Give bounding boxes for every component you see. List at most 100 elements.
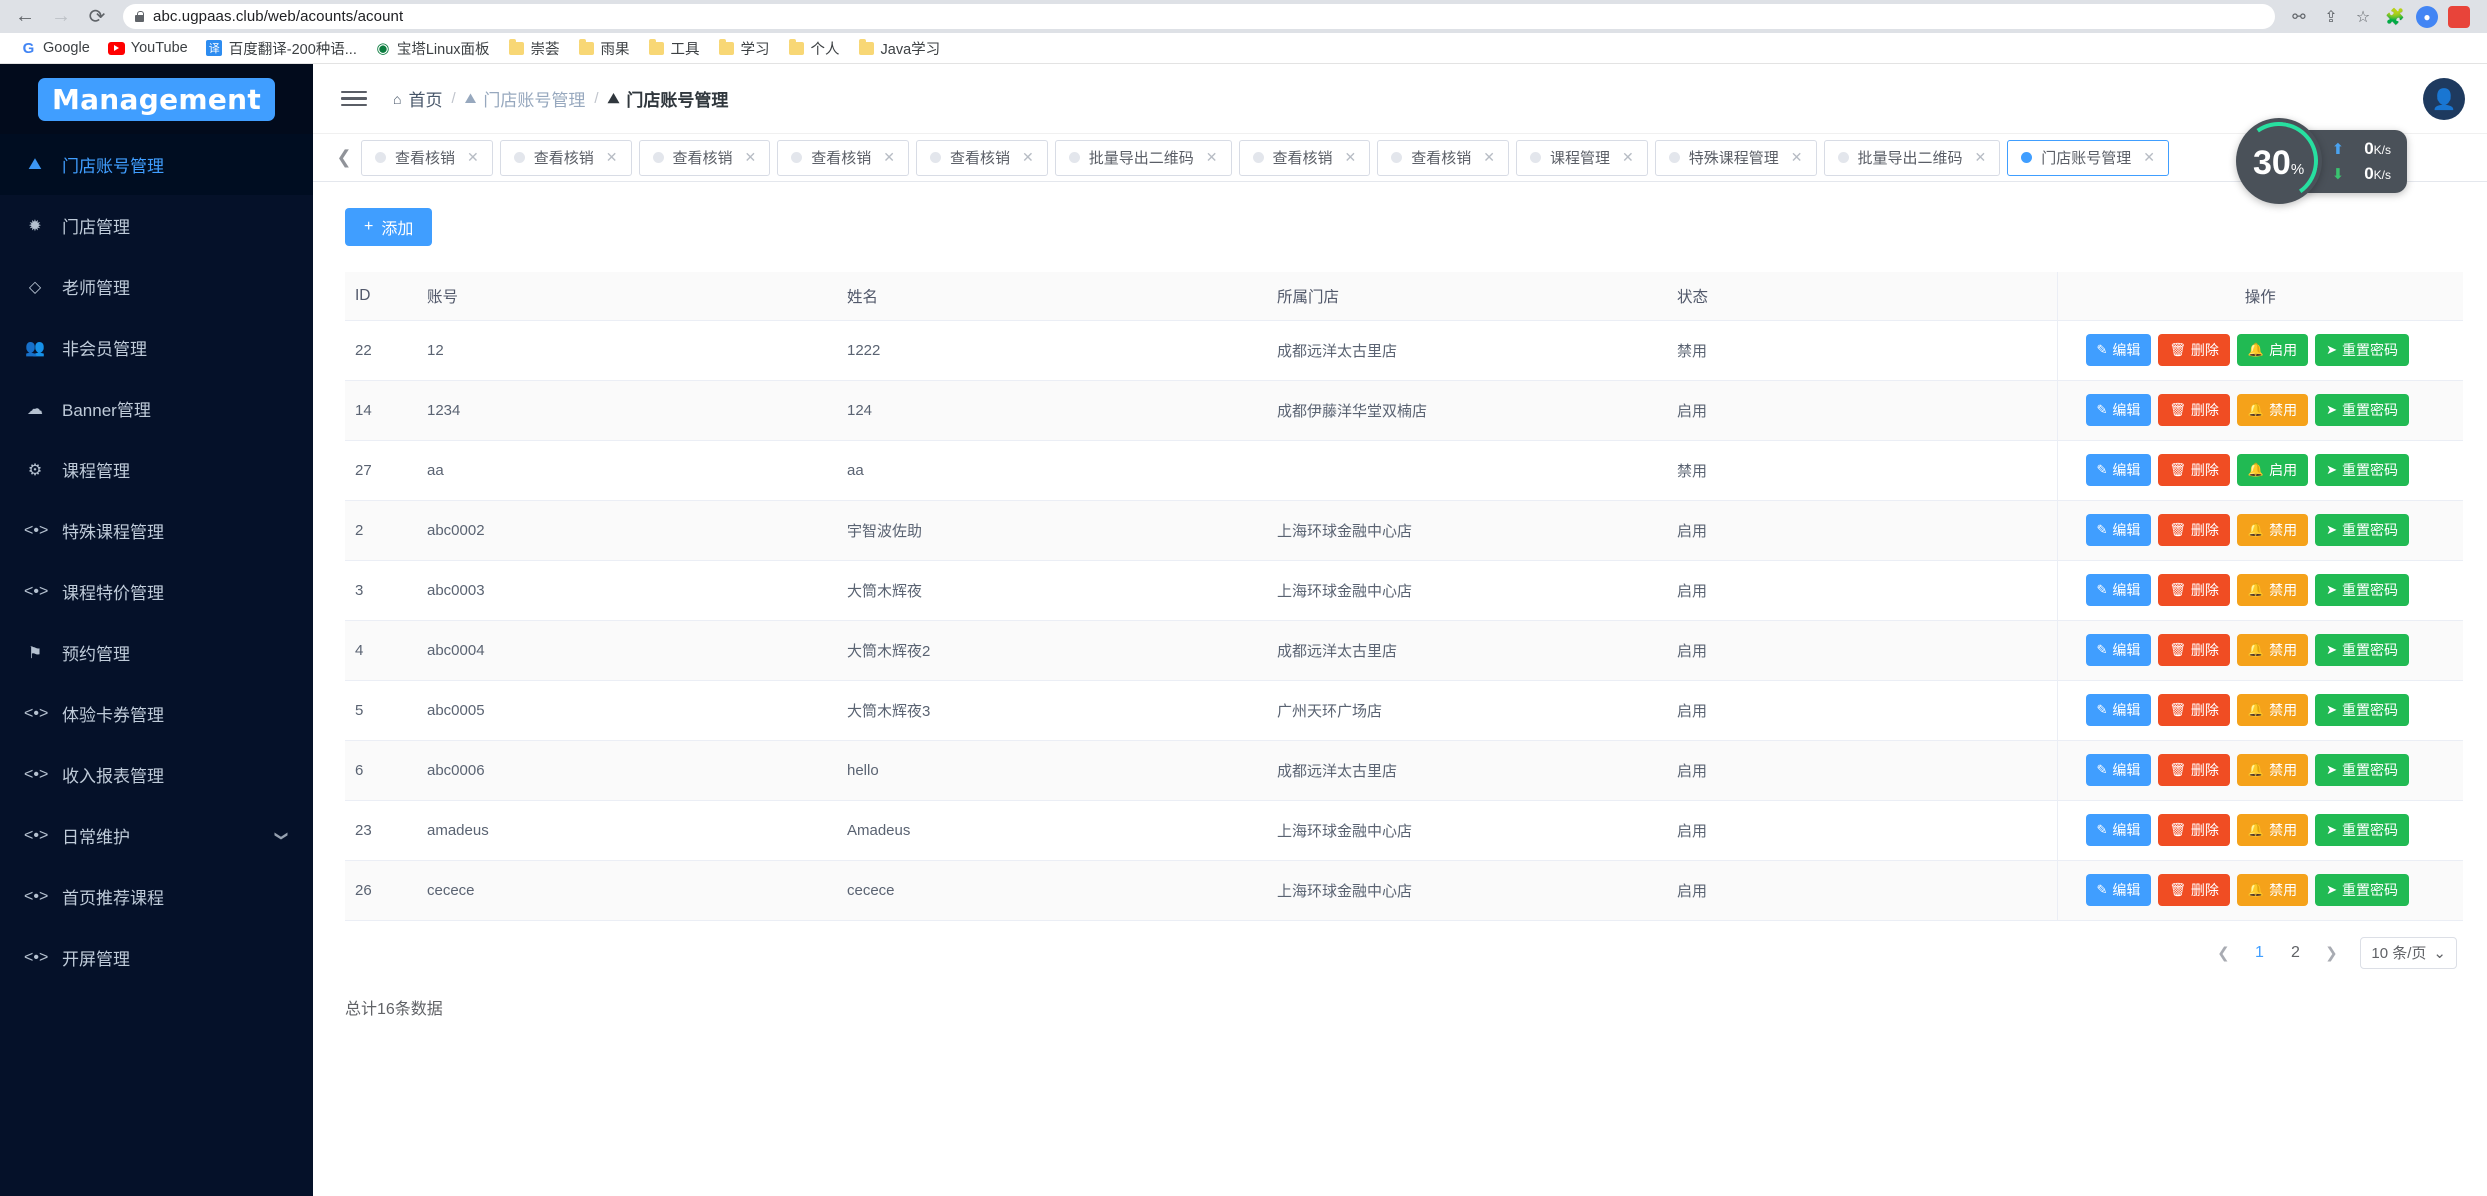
delete-button[interactable]: 🗑 删除 (2158, 334, 2230, 366)
edit-button[interactable]: ✎ 编辑 (2085, 634, 2152, 666)
bookmark-item[interactable]: 崇荟 (500, 35, 568, 62)
key-icon[interactable]: ⚯ (2285, 3, 2313, 31)
breadcrumb-item-2[interactable]: ⛰ 门店账号管理 (608, 86, 729, 111)
close-icon[interactable]: ✕ (1206, 149, 1218, 166)
edit-button[interactable]: ✎ 编辑 (2085, 574, 2152, 606)
edit-button[interactable]: ✎ 编辑 (2085, 694, 2152, 726)
tab-item-1[interactable]: 查看核销 ✕ (499, 139, 632, 176)
close-icon[interactable]: ✕ (883, 149, 895, 166)
sidebar-item-11[interactable]: <•> 日常维护 ❯ (0, 805, 313, 866)
delete-button[interactable]: 🗑 删除 (2158, 874, 2230, 906)
sidebar-item-9[interactable]: <•> 体验卡券管理 (0, 683, 313, 744)
delete-button[interactable]: 🗑 删除 (2158, 694, 2230, 726)
close-icon[interactable]: ✕ (745, 149, 757, 166)
reset-password-button[interactable]: ➤ 重置密码 (2315, 394, 2410, 426)
user-avatar-icon[interactable]: 👤 (2423, 78, 2465, 120)
reset-password-button[interactable]: ➤ 重置密码 (2315, 814, 2410, 846)
bookmark-item[interactable]: 雨果 (570, 35, 638, 62)
close-icon[interactable]: ✕ (467, 149, 479, 166)
reset-password-button[interactable]: ➤ 重置密码 (2315, 574, 2410, 606)
back-button[interactable]: ← (10, 3, 40, 31)
prev-page-button[interactable]: ❮ (2208, 938, 2238, 968)
bookmark-item[interactable]: 工具 (640, 35, 708, 62)
delete-button[interactable]: 🗑 删除 (2158, 454, 2230, 486)
tab-item-6[interactable]: 查看核销 ✕ (1238, 139, 1371, 176)
reload-button[interactable]: ⟳ (82, 3, 112, 31)
reset-password-button[interactable]: ➤ 重置密码 (2315, 334, 2410, 366)
sidebar-item-4[interactable]: ☁ Banner管理 (0, 378, 313, 439)
bookmark-item[interactable]: Java学习 (850, 35, 949, 62)
bookmark-star-icon[interactable]: ☆ (2349, 3, 2377, 31)
close-icon[interactable]: ✕ (1622, 149, 1634, 166)
bookmark-item[interactable]: YouTube (100, 37, 196, 60)
delete-button[interactable]: 🗑 删除 (2158, 634, 2230, 666)
edit-button[interactable]: ✎ 编辑 (2085, 754, 2152, 786)
sidebar-item-6[interactable]: <•> 特殊课程管理 (0, 500, 313, 561)
reset-password-button[interactable]: ➤ 重置密码 (2315, 874, 2410, 906)
close-icon[interactable]: ✕ (1791, 149, 1803, 166)
close-icon[interactable]: ✕ (606, 149, 618, 166)
delete-button[interactable]: 🗑 删除 (2158, 514, 2230, 546)
close-icon[interactable]: ✕ (1975, 149, 1987, 166)
delete-button[interactable]: 🗑 删除 (2158, 574, 2230, 606)
tab-item-8[interactable]: 课程管理 ✕ (1516, 139, 1648, 176)
extension-red-icon[interactable] (2445, 3, 2473, 31)
sidebar-item-2[interactable]: ◇ 老师管理 (0, 256, 313, 317)
tab-item-5[interactable]: 批量导出二维码 ✕ (1054, 139, 1232, 176)
toggle-status-button[interactable]: 🔔 禁用 (2236, 394, 2309, 426)
extensions-icon[interactable]: 🧩 (2381, 3, 2409, 31)
edit-button[interactable]: ✎ 编辑 (2085, 514, 2152, 546)
tab-item-11[interactable]: 门店账号管理 ✕ (2007, 139, 2169, 176)
sidebar-item-1[interactable]: ✹ 门店管理 (0, 195, 313, 256)
tab-item-10[interactable]: 批量导出二维码 ✕ (1823, 139, 2001, 176)
toggle-status-button[interactable]: 🔔 禁用 (2236, 574, 2309, 606)
tab-item-2[interactable]: 查看核销 ✕ (638, 139, 771, 176)
tab-scroll-left-button[interactable]: ❮ (327, 134, 361, 182)
sidebar-item-12[interactable]: <•> 首页推荐课程 (0, 866, 313, 927)
share-icon[interactable]: ⇪ (2317, 3, 2345, 31)
edit-button[interactable]: ✎ 编辑 (2085, 454, 2152, 486)
toggle-status-button[interactable]: 🔔 启用 (2236, 334, 2309, 366)
toggle-status-button[interactable]: 🔔 启用 (2236, 454, 2309, 486)
edit-button[interactable]: ✎ 编辑 (2085, 814, 2152, 846)
tab-item-3[interactable]: 查看核销 ✕ (777, 139, 909, 176)
toggle-status-button[interactable]: 🔔 禁用 (2236, 754, 2309, 786)
reset-password-button[interactable]: ➤ 重置密码 (2315, 754, 2410, 786)
close-icon[interactable]: ✕ (1022, 149, 1034, 166)
sidebar-item-10[interactable]: <•> 收入报表管理 (0, 744, 313, 805)
page-size-select[interactable]: 10 条/页 ⌄ (2360, 936, 2457, 969)
page-button-1[interactable]: 1 (2244, 938, 2274, 968)
toggle-status-button[interactable]: 🔔 禁用 (2236, 634, 2309, 666)
next-page-button[interactable]: ❯ (2316, 938, 2346, 968)
delete-button[interactable]: 🗑 删除 (2158, 394, 2230, 426)
close-icon[interactable]: ✕ (1483, 149, 1495, 166)
tab-item-7[interactable]: 查看核销 ✕ (1377, 139, 1509, 176)
page-button-2[interactable]: 2 (2280, 938, 2310, 968)
toggle-status-button[interactable]: 🔔 禁用 (2236, 814, 2309, 846)
profile-avatar[interactable]: ● (2413, 3, 2441, 31)
tab-item-0[interactable]: 查看核销 ✕ (361, 139, 493, 176)
reset-password-button[interactable]: ➤ 重置密码 (2315, 634, 2410, 666)
reset-password-button[interactable]: ➤ 重置密码 (2315, 694, 2410, 726)
close-icon[interactable]: ✕ (1345, 149, 1357, 166)
sidebar-item-5[interactable]: ⚙ 课程管理 (0, 439, 313, 500)
sidebar-item-7[interactable]: <•> 课程特价管理 (0, 561, 313, 622)
add-button[interactable]: + 添加 (345, 208, 433, 246)
tab-item-4[interactable]: 查看核销 ✕ (916, 139, 1048, 176)
sidebar-item-8[interactable]: ⚑ 预约管理 (0, 622, 313, 683)
bookmark-item[interactable]: 学习 (710, 35, 778, 62)
breadcrumb-item-1[interactable]: ⛰ 门店账号管理 (465, 86, 586, 111)
bookmark-item[interactable]: 译百度翻译-200种语... (198, 35, 365, 62)
edit-button[interactable]: ✎ 编辑 (2085, 394, 2152, 426)
delete-button[interactable]: 🗑 删除 (2158, 814, 2230, 846)
sidebar-item-0[interactable]: ⛰ 门店账号管理 (0, 134, 313, 195)
sidebar-item-3[interactable]: 👥 非会员管理 (0, 317, 313, 378)
breadcrumb-item-0[interactable]: ⌂ 首页 (393, 86, 442, 111)
reset-password-button[interactable]: ➤ 重置密码 (2315, 514, 2410, 546)
delete-button[interactable]: 🗑 删除 (2158, 754, 2230, 786)
close-icon[interactable]: ✕ (2143, 149, 2155, 166)
hamburger-icon[interactable] (341, 90, 367, 107)
reset-password-button[interactable]: ➤ 重置密码 (2315, 454, 2410, 486)
sidebar-item-13[interactable]: <•> 开屏管理 (0, 927, 313, 988)
toggle-status-button[interactable]: 🔔 禁用 (2236, 874, 2309, 906)
